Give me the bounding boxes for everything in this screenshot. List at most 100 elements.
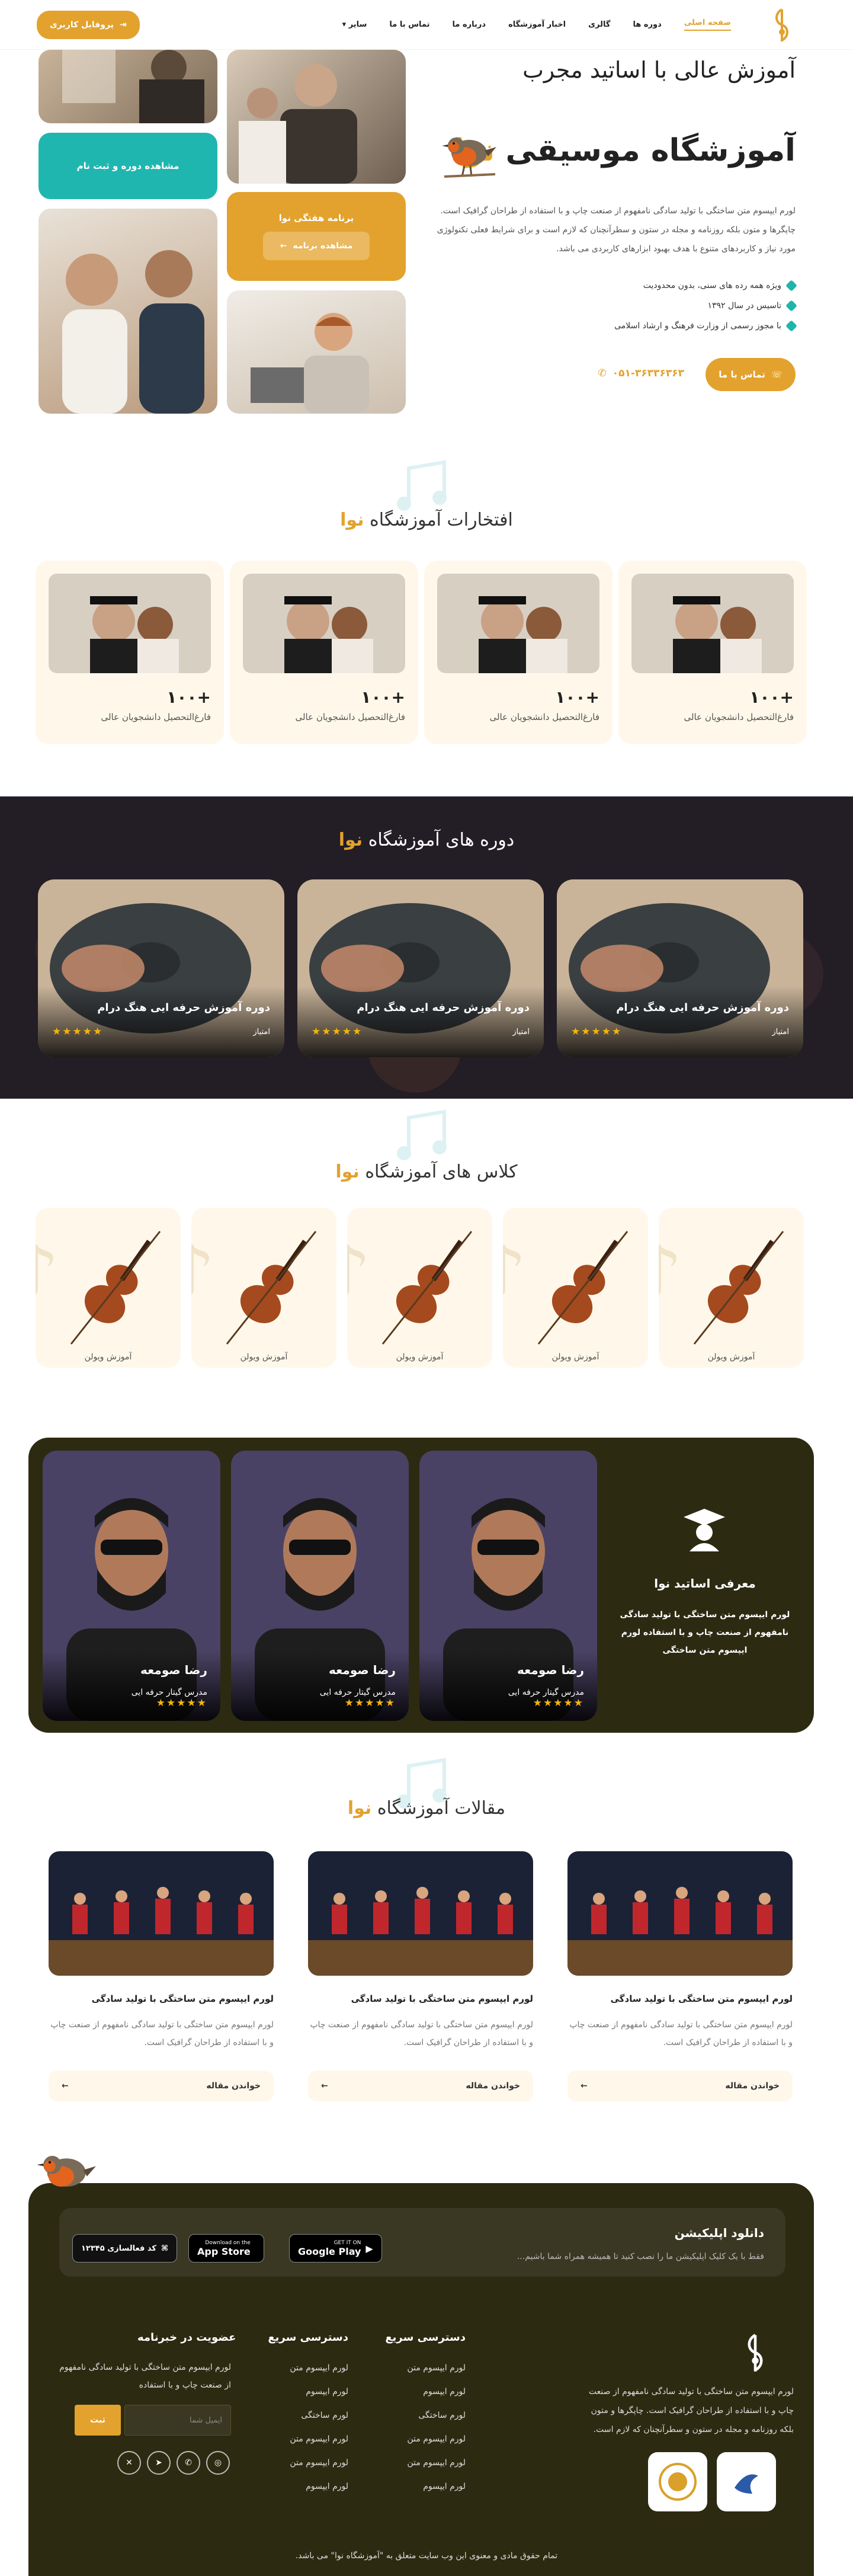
teacher-card[interactable]: رضا صومعه مدرس گیتار حرفه ایی ★★★★★ <box>43 1451 220 1721</box>
login-icon: ⇥ <box>119 20 127 30</box>
read-article-button[interactable]: خواندن مقاله ← <box>567 2071 793 2101</box>
nav-contact[interactable]: تماس با ما <box>389 20 429 29</box>
violin-image: ♪ <box>503 1231 628 1345</box>
footer-link[interactable]: لورم ایپسوم متن <box>407 2363 466 2373</box>
course-card[interactable]: دوره آموزش حرفه ایی هنگ درام امتیاز ★★★★★ <box>297 879 544 1057</box>
svg-text:♪: ♪ <box>503 1231 527 1314</box>
profile-button[interactable]: ⇥ پروفایل کاربری <box>37 10 140 39</box>
footer-link[interactable]: لورم ایپسوم متن <box>290 2363 348 2373</box>
contact-button[interactable]: ☏ تماس با ما <box>706 358 796 391</box>
weekly-schedule-title: برنامه هفتگی نوا <box>278 213 354 223</box>
article-image <box>308 1851 533 1976</box>
class-card[interactable]: ♪ <box>659 1208 804 1368</box>
telegram-icon[interactable]: ➤ <box>147 2451 171 2475</box>
read-article-button[interactable]: خواندن مقاله ← <box>308 2071 533 2101</box>
footer-link[interactable]: لورم ایپسوم متن <box>407 2458 466 2468</box>
app-store-button[interactable]: Download on the App Store <box>188 2234 264 2263</box>
read-article-label: خواندن مقاله <box>725 2081 780 2091</box>
honor-card: +۱۰۰ فارغ‌التحصیل دانشجویان عالی <box>424 561 613 744</box>
class-label: آموزش ویولن <box>707 1352 755 1362</box>
course-title: دوره آموزش حرفه ایی هنگ درام <box>357 1001 530 1014</box>
svg-text:♪: ♪ <box>659 1231 682 1314</box>
honor-label: فارغ‌التحصیل دانشجویان عالی <box>684 712 794 722</box>
course-info: دوره آموزش حرفه ایی هنگ درام امتیاز ★★★★★ <box>557 986 803 1057</box>
graduate-photo-graphic <box>49 574 211 673</box>
rating-label: امتیاز <box>253 1027 270 1036</box>
site-logo[interactable] <box>763 6 801 44</box>
footer-link[interactable]: لورم ایپسوم <box>423 2387 466 2396</box>
violin-image: ♪ <box>347 1231 473 1345</box>
app-store-small: Download on the <box>205 2239 251 2246</box>
honor-label: فارغ‌التحصیل دانشجویان عالی <box>295 712 405 722</box>
instagram-icon[interactable]: ◎ <box>206 2451 230 2475</box>
newsletter-submit-button[interactable]: ثبت <box>75 2405 121 2436</box>
class-card[interactable]: ♪ <box>191 1208 336 1368</box>
footer-link[interactable]: لورم ایپسوم <box>423 2482 466 2491</box>
view-courses-label: مشاهده دوره و ثبت نام <box>76 161 179 171</box>
rating-label: امتیاز <box>772 1027 789 1036</box>
app-download-title: دانلود اپلیکیشن <box>674 2226 764 2240</box>
nav-news[interactable]: اخبار آموزشگاه <box>508 20 566 29</box>
nav-gallery[interactable]: گالری <box>588 20 610 29</box>
course-info: دوره آموزش حرفه ایی هنگ درام امتیاز ★★★★★ <box>297 986 544 1057</box>
course-title: دوره آموزش حرفه ایی هنگ درام <box>97 1001 270 1014</box>
star-rating-icon: ★★★★★ <box>312 1026 363 1038</box>
nav-courses[interactable]: دوره ها <box>633 20 661 29</box>
view-courses-card[interactable]: مشاهده دوره و ثبت نام <box>39 133 217 199</box>
course-card[interactable]: دوره آموزش حرفه ایی هنگ درام امتیاز ★★★★★ <box>557 879 803 1057</box>
nav-about[interactable]: درباره ما <box>453 20 486 29</box>
x-twitter-icon[interactable]: ✕ <box>117 2451 141 2475</box>
contact-button-label: تماس با ما <box>719 369 765 380</box>
footer-link[interactable]: لورم ساختگی <box>301 2411 348 2420</box>
site-header: صفحه اصلی دوره ها گالری اخبار آموزشگاه د… <box>0 0 853 50</box>
newsletter-email-input[interactable]: ایمیل شما <box>124 2405 231 2436</box>
nav-more[interactable]: سایر ▾ <box>342 20 367 29</box>
course-card[interactable]: دوره آموزش حرفه ایی هنگ درام امتیاز ★★★★★ <box>38 879 284 1057</box>
women-photo-graphic <box>62 250 204 414</box>
team-photo-graphic <box>239 64 357 184</box>
enamad-badge-graphic <box>735 2474 758 2494</box>
article-title[interactable]: لورم ایپسوم متن ساختگی با تولید سادگی <box>567 1993 793 2004</box>
teacher-card[interactable]: رضا صومعه مدرس گیتار حرفه ایی ★★★★★ <box>419 1451 597 1721</box>
read-article-button[interactable]: خواندن مقاله ← <box>49 2071 274 2101</box>
whatsapp-icon[interactable]: ✆ <box>177 2451 200 2475</box>
teacher-info: رضا صومعه مدرس گیتار حرفه ایی ★★★★★ <box>43 1651 220 1721</box>
footer-link[interactable]: لورم ایپسوم <box>306 2387 348 2396</box>
footer-logo <box>748 2334 763 2372</box>
graduate-cap-icon <box>684 1509 725 1551</box>
phone-number[interactable]: ✆ ۰۵۱-۳۶۳۳۶۳۶۳ <box>598 367 684 379</box>
article-image <box>567 1851 793 1976</box>
svg-text:♪: ♪ <box>347 1231 371 1314</box>
footer-link[interactable]: لورم ایپسوم متن <box>290 2434 348 2444</box>
honors-title-accent: نوا <box>340 510 364 530</box>
diamond-icon <box>785 300 797 312</box>
graduate-photo-graphic <box>631 574 794 673</box>
footer-link[interactable]: لورم ایپسوم <box>306 2482 348 2491</box>
hero-photo-women <box>39 209 217 414</box>
enamad-badge[interactable] <box>717 2452 776 2511</box>
article-desc: لورم ایپسوم متن ساختگی با تولید سادگی نا… <box>50 2020 274 2047</box>
article-title[interactable]: لورم ایپسوم متن ساختگی با تولید سادگی <box>308 1993 533 2004</box>
footer-link[interactable]: لورم ایپسوم متن <box>290 2458 348 2468</box>
footer-link[interactable]: لورم ایپسوم متن <box>407 2434 466 2444</box>
teacher-card[interactable]: رضا صومعه مدرس گیتار حرفه ایی ★★★★★ <box>231 1451 409 1721</box>
class-card[interactable]: ♪ <box>347 1208 492 1368</box>
class-card[interactable]: ♪ <box>503 1208 648 1368</box>
teacher-role: مدرس گیتار حرفه ایی <box>131 1688 207 1697</box>
profile-button-label: پروفایل کاربری <box>50 20 114 30</box>
honor-card: +۱۰۰ فارغ‌التحصیل دانشجویان عالی <box>618 561 807 744</box>
nav-home[interactable]: صفحه اصلی <box>684 18 731 31</box>
article-title[interactable]: لورم ایپسوم متن ساختگی با تولید سادگی <box>49 1993 274 2004</box>
hero-feature: تاسیس در سال ۱۳۹۲ <box>707 300 797 312</box>
class-card[interactable]: ♪ <box>36 1208 181 1368</box>
google-play-button[interactable]: ▶ GET IT ON Google Play <box>289 2234 382 2263</box>
course-title: دوره آموزش حرفه ایی هنگ درام <box>616 1001 789 1014</box>
footer-link[interactable]: لورم ساختگی <box>418 2411 466 2420</box>
honor-label: فارغ‌التحصیل دانشجویان عالی <box>101 712 211 722</box>
graduate-photo <box>49 574 211 673</box>
copyright-text: تمام حقوق مادی و معنوی این وب سایت متعلق… <box>295 2551 558 2561</box>
view-schedule-button[interactable]: مشاهده برنامه ← <box>263 232 370 260</box>
samandehi-badge[interactable] <box>648 2452 707 2511</box>
rating-label: امتیاز <box>512 1027 530 1036</box>
phone-icon: ✆ <box>598 367 607 379</box>
